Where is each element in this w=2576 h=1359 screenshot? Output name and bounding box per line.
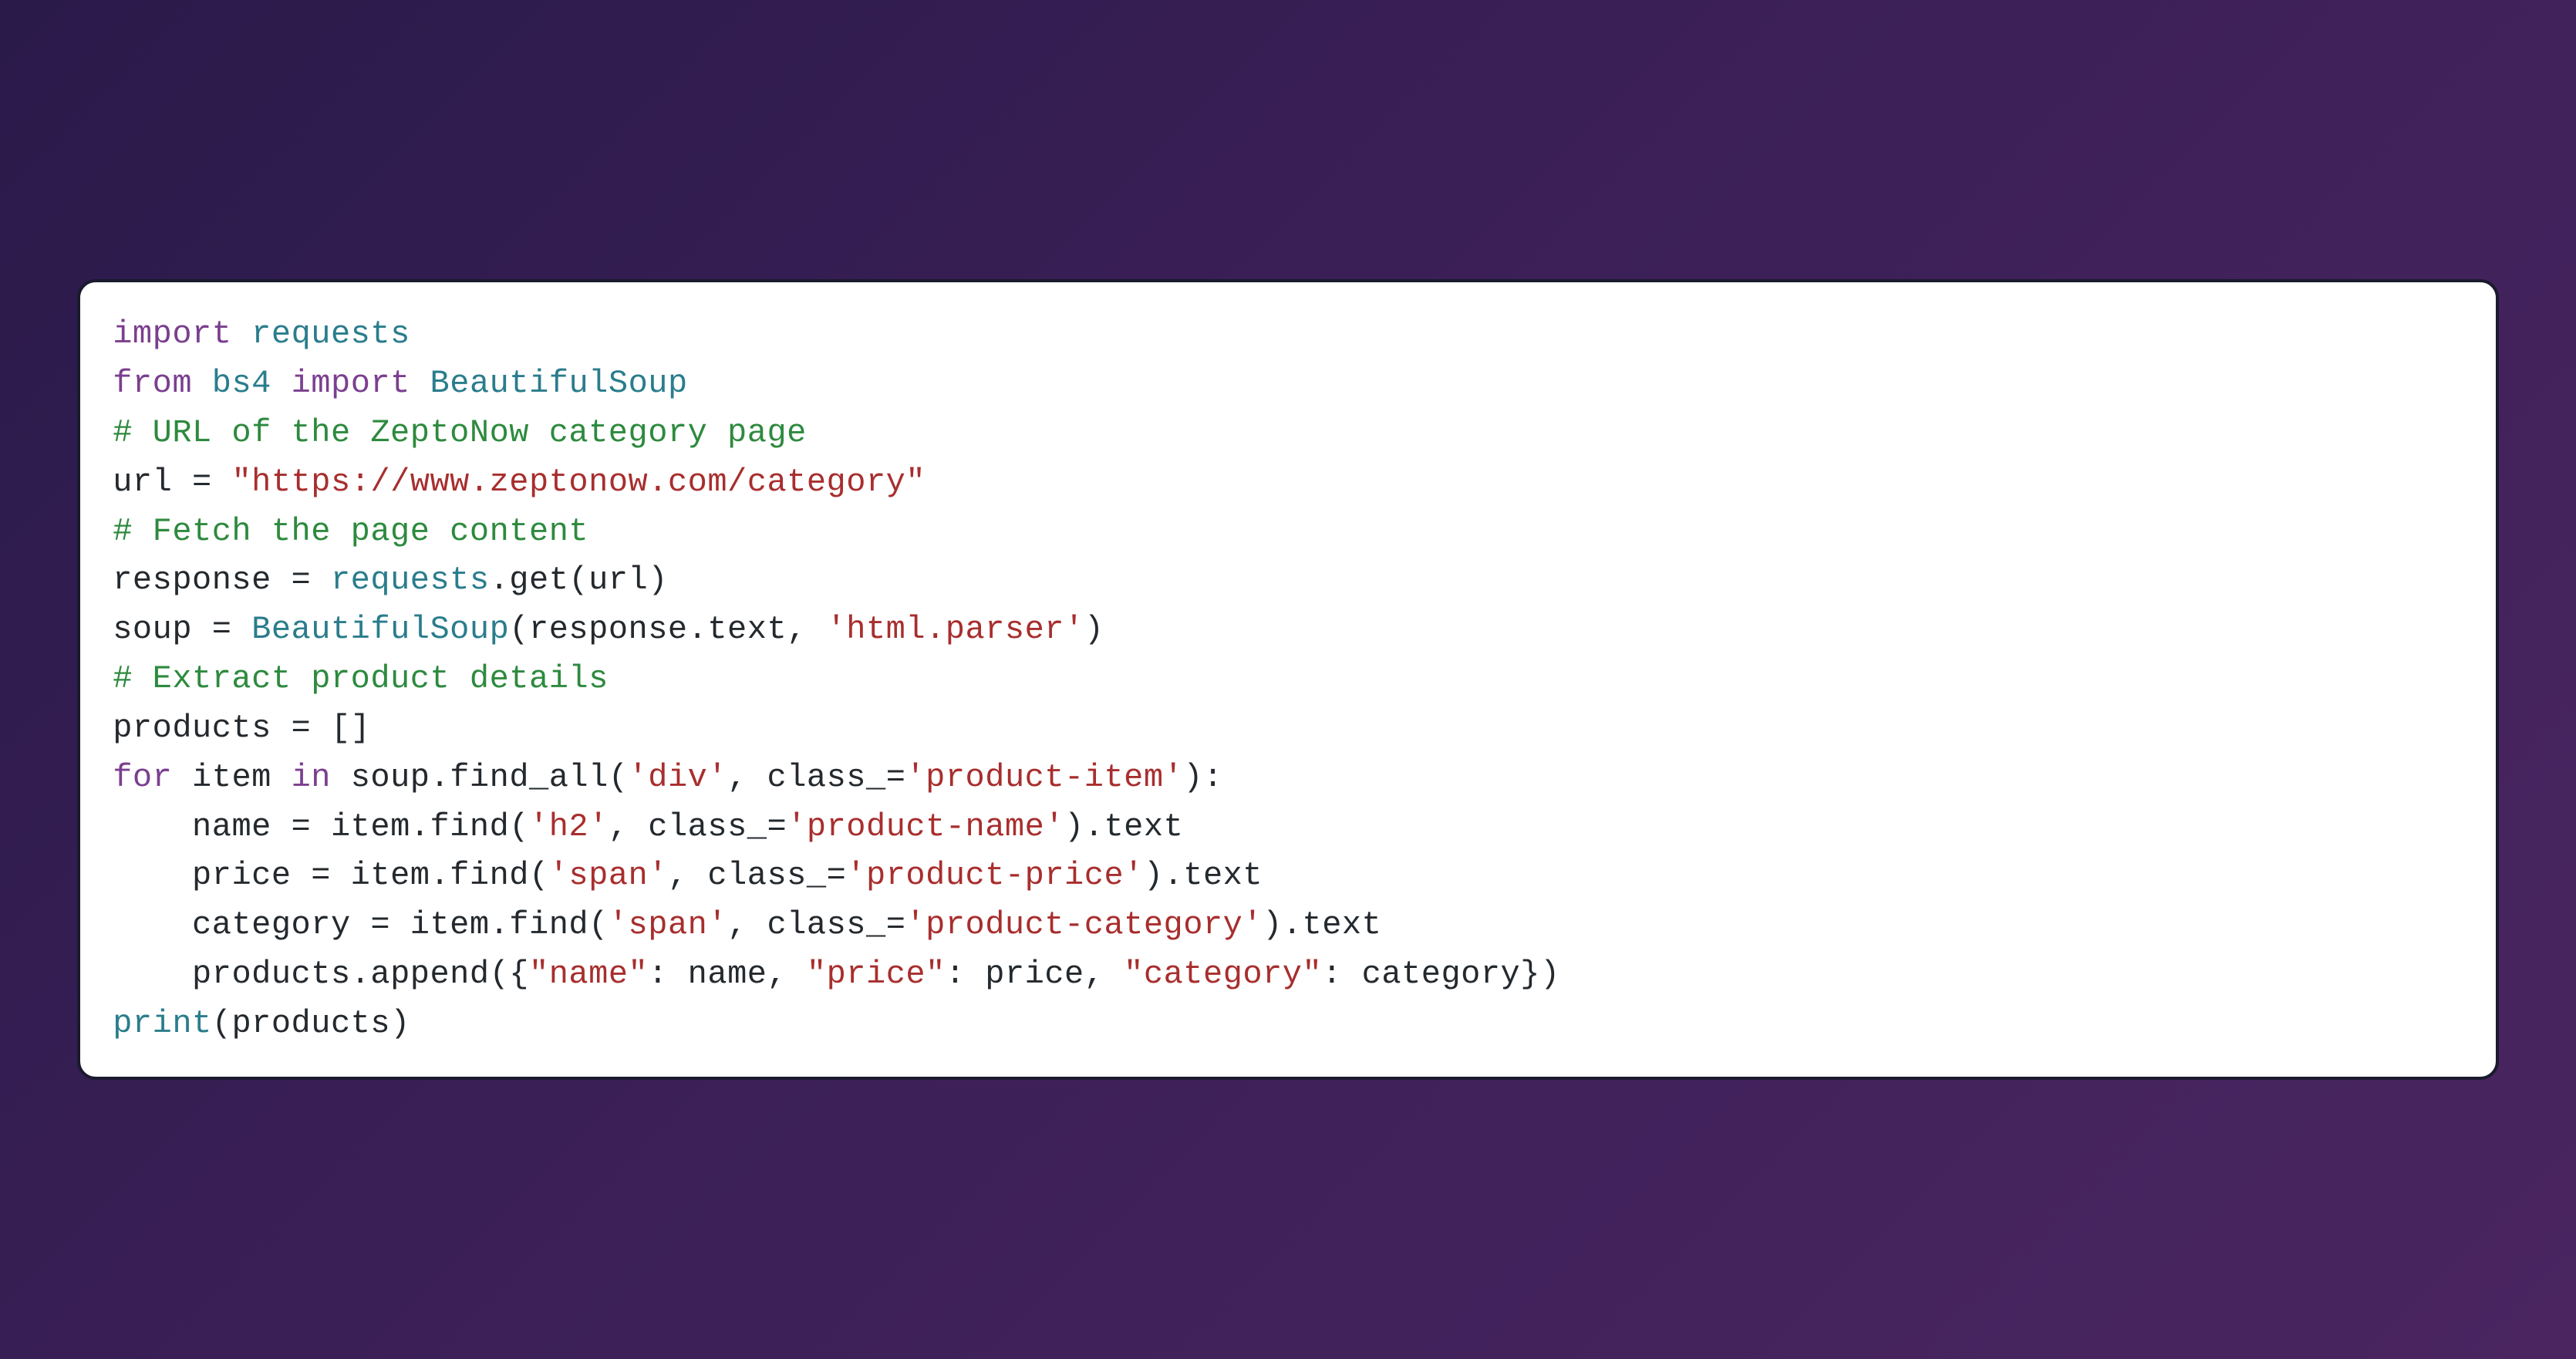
print-args: (products) — [212, 1005, 410, 1042]
arg-class: , class_= — [668, 857, 846, 894]
string-product-category: 'product-category' — [905, 906, 1263, 943]
string-product-name: 'product-name' — [787, 808, 1064, 845]
args-soup: (response.text, — [509, 611, 826, 648]
keyword-from: from — [113, 365, 192, 402]
keyword-in: in — [292, 759, 331, 796]
method-get: .get(url) — [490, 561, 668, 599]
class-beautifulsoup: BeautifulSoup — [430, 365, 688, 402]
text-item: item — [172, 759, 291, 796]
var-price: price = item.find( — [192, 857, 549, 894]
keyword-import: import — [113, 315, 231, 352]
dot-text: ).text — [1263, 906, 1381, 943]
var-soup: soup = — [113, 611, 251, 648]
dot-text: ).text — [1064, 808, 1183, 845]
arg-class: , class_= — [609, 808, 787, 845]
class-beautifulsoup-call: BeautifulSoup — [251, 611, 509, 648]
string-span: 'span' — [609, 906, 727, 943]
var-category: category = item.find( — [192, 906, 609, 943]
var-name: name = item.find( — [192, 808, 529, 845]
var-url: url = — [113, 464, 231, 501]
dict-sep: : price, — [946, 956, 1124, 993]
indent — [113, 808, 192, 845]
string-div: 'div' — [629, 759, 728, 796]
arg-class: , class_= — [727, 759, 905, 796]
string-product-item: 'product-item' — [905, 759, 1183, 796]
string-h2: 'h2' — [529, 808, 609, 845]
string-product-price: 'product-price' — [846, 857, 1144, 894]
string-span: 'span' — [549, 857, 668, 894]
dict-close: : category}) — [1322, 956, 1559, 993]
string-name-key: "name" — [529, 956, 648, 993]
var-response: response = — [113, 561, 331, 599]
method-append: products.append({ — [192, 956, 529, 993]
comment-extract: # Extract product details — [113, 660, 609, 697]
comment-url: # URL of the ZeptoNow category page — [113, 414, 807, 451]
method-findall: soup.find_all( — [331, 759, 629, 796]
string-price-key: "price" — [807, 956, 946, 993]
code-container: import requests from bs4 import Beautifu… — [77, 279, 2499, 1079]
indent — [113, 857, 192, 894]
module-requests: requests — [251, 315, 410, 352]
var-products: products = [] — [113, 710, 370, 747]
module-bs4: bs4 — [212, 365, 271, 402]
string-category-key: "category" — [1124, 956, 1322, 993]
code-block: import requests from bs4 import Beautifu… — [113, 310, 2463, 1048]
builtin-print: print — [113, 1005, 212, 1042]
string-url: "https://www.zeptonow.com/category" — [231, 464, 926, 501]
builtin-requests: requests — [331, 561, 490, 599]
comment-fetch: # Fetch the page content — [113, 513, 588, 550]
dot-text: ).text — [1144, 857, 1263, 894]
indent — [113, 906, 192, 943]
indent — [113, 956, 192, 993]
string-parser: 'html.parser' — [827, 611, 1084, 648]
paren-close: ) — [1084, 611, 1104, 648]
keyword-import: import — [292, 365, 410, 402]
paren-colon: ): — [1183, 759, 1222, 796]
keyword-for: for — [113, 759, 172, 796]
dict-sep: : name, — [648, 956, 807, 993]
arg-class: , class_= — [727, 906, 905, 943]
